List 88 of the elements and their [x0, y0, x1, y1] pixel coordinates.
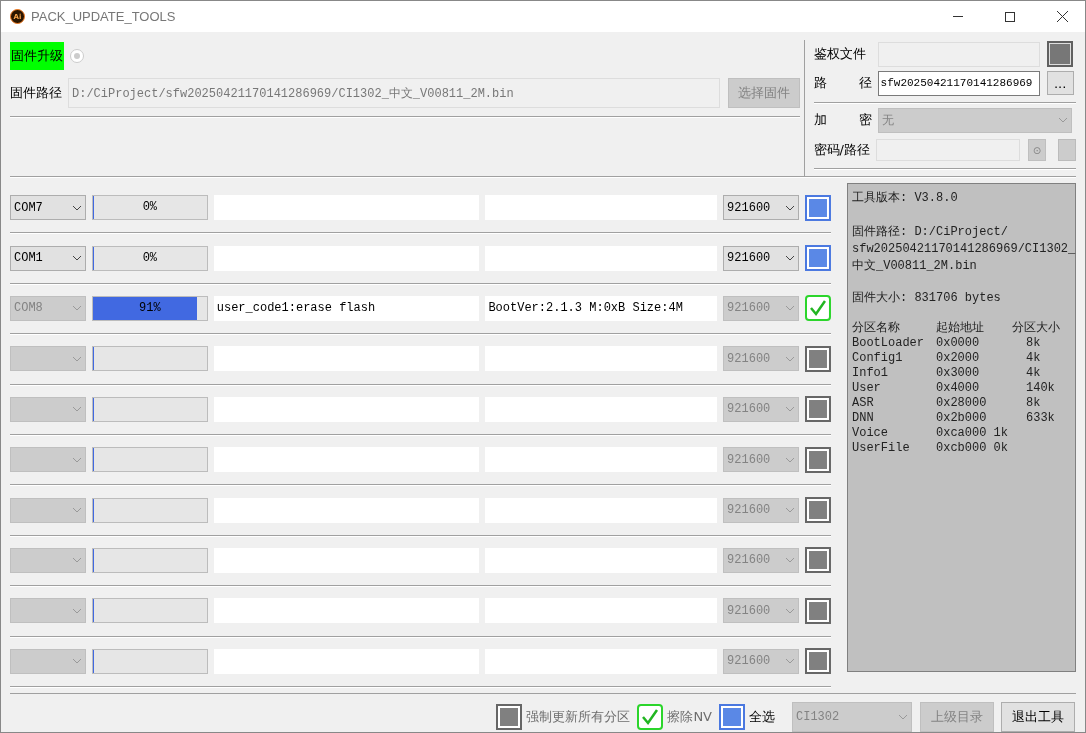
partition-address: 0x2000	[936, 351, 981, 366]
checkbox[interactable]	[805, 245, 831, 272]
window-title: PACK_UPDATE_TOOLS	[31, 9, 177, 24]
firmware-path-text: 中文_V00811_2M.bin	[852, 258, 978, 275]
checkbox[interactable]	[805, 194, 831, 221]
partition-name: DNN	[852, 411, 875, 426]
version-text: 工具版本: V3.8.0	[852, 190, 959, 207]
partition-size: 8k	[1025, 336, 1042, 351]
maximize-icon	[1005, 11, 1015, 22]
encrypt-label-char: 密	[858, 111, 872, 129]
chevron-down-icon	[71, 557, 82, 564]
firmware-path-label: 固件路径	[10, 84, 62, 102]
partition-address: 0x0000	[936, 336, 981, 351]
chevron-down-icon	[785, 607, 795, 614]
chevron-down-icon	[71, 406, 82, 413]
partition-address: 0xcb000 0k	[936, 441, 1009, 456]
radio-button[interactable]	[70, 49, 84, 63]
partition-name: Info1	[852, 366, 889, 381]
partition-name: BootLoader	[852, 336, 925, 351]
chevron-down-icon	[71, 255, 82, 262]
firmware-path-field[interactable]: D:/CiProject/sfw20250421170141286969/CI1302_中文_V00811_2M.bin	[68, 78, 720, 108]
partition-address: 0xca000 1k	[936, 426, 1009, 441]
chevron-down-icon	[785, 557, 795, 564]
partition-size: 633k	[1025, 411, 1056, 426]
upgrade-label: 固件升级	[10, 42, 64, 70]
progress-text: 0%	[141, 200, 159, 215]
partition-size: 140k	[1025, 381, 1056, 396]
chevron-down-icon	[785, 507, 795, 514]
progress-text: 91%	[138, 300, 162, 315]
password-label: 密码/路径	[813, 141, 870, 159]
baud-dropdown[interactable]: 921600	[723, 195, 799, 221]
chevron-down-icon	[785, 658, 795, 665]
port-dropdown[interactable]: COM7	[10, 195, 86, 221]
port-dropdown[interactable]: COM1	[10, 245, 86, 271]
chevron-down-icon	[785, 255, 795, 262]
parent-directory-button[interactable]: 上级目录	[920, 702, 994, 733]
checkbox[interactable]	[719, 704, 745, 731]
firmware-path-text: 固件路径: D:/CiProject/	[852, 224, 1010, 241]
option-label: 全选	[749, 708, 775, 727]
column-header: 起始地址	[936, 319, 985, 336]
close-icon	[1056, 11, 1068, 22]
auth-file-label: 鉴权文件	[813, 45, 867, 63]
auth-file-button[interactable]	[1046, 41, 1073, 67]
progress-text: 0%	[141, 250, 159, 265]
partition-name: ASR	[852, 396, 875, 411]
chevron-down-icon	[71, 305, 82, 312]
chevron-down-icon	[71, 456, 82, 463]
option-label: 强制更新所有分区	[526, 708, 631, 727]
partition-address: 0x2b000	[936, 411, 988, 426]
partition-name: UserFile	[852, 441, 911, 456]
chip-dropdown[interactable]: CI1302	[792, 702, 912, 733]
chevron-down-icon	[71, 607, 82, 614]
chevron-down-icon	[71, 204, 82, 211]
partition-size: 4k	[1025, 351, 1042, 366]
partition-size: 8k	[1025, 396, 1042, 411]
encrypt-label-char: 加	[813, 111, 827, 129]
partition-size: 4k	[1025, 366, 1042, 381]
partition-name: Config1	[852, 351, 904, 366]
firmware-size-text: 固件大小: 831706 bytes	[852, 290, 1002, 307]
partition-address: 0x28000	[936, 396, 988, 411]
chevron-down-icon	[1057, 117, 1068, 123]
path-label-char: 路	[813, 74, 827, 92]
password-radio-button[interactable]: ⊙	[1028, 139, 1046, 161]
status-field: user_code1:erase flash	[213, 295, 480, 321]
exit-button[interactable]: 退出工具	[1001, 702, 1075, 733]
chevron-down-icon	[71, 507, 82, 514]
chevron-down-icon	[898, 714, 908, 721]
chevron-down-icon	[785, 305, 795, 312]
chevron-down-icon	[785, 406, 795, 413]
column-header: 分区大小	[1012, 319, 1061, 336]
chevron-down-icon	[785, 204, 795, 211]
option-label: 擦除NV	[667, 708, 712, 727]
path-field[interactable]: sfw20250421170141286969	[877, 70, 1040, 96]
device-info-field: BootVer:2.1.3 M:0xB Size:4M	[485, 295, 718, 321]
partition-address: 0x3000	[936, 366, 981, 381]
browse-button[interactable]: ...	[1046, 71, 1074, 95]
path-label-char: 径	[858, 74, 872, 92]
chevron-down-icon	[785, 456, 795, 463]
baud-dropdown[interactable]: 921600	[723, 245, 799, 271]
chevron-down-icon	[71, 355, 82, 362]
partition-address: 0x4000	[936, 381, 981, 396]
chevron-down-icon	[71, 658, 82, 665]
partition-name: Voice	[852, 426, 889, 441]
minimize-icon	[953, 16, 963, 17]
encrypt-dropdown[interactable]: 无	[877, 107, 1072, 133]
column-header: 分区名称	[852, 319, 901, 336]
partition-name: User	[852, 381, 882, 396]
chevron-down-icon	[785, 355, 795, 362]
